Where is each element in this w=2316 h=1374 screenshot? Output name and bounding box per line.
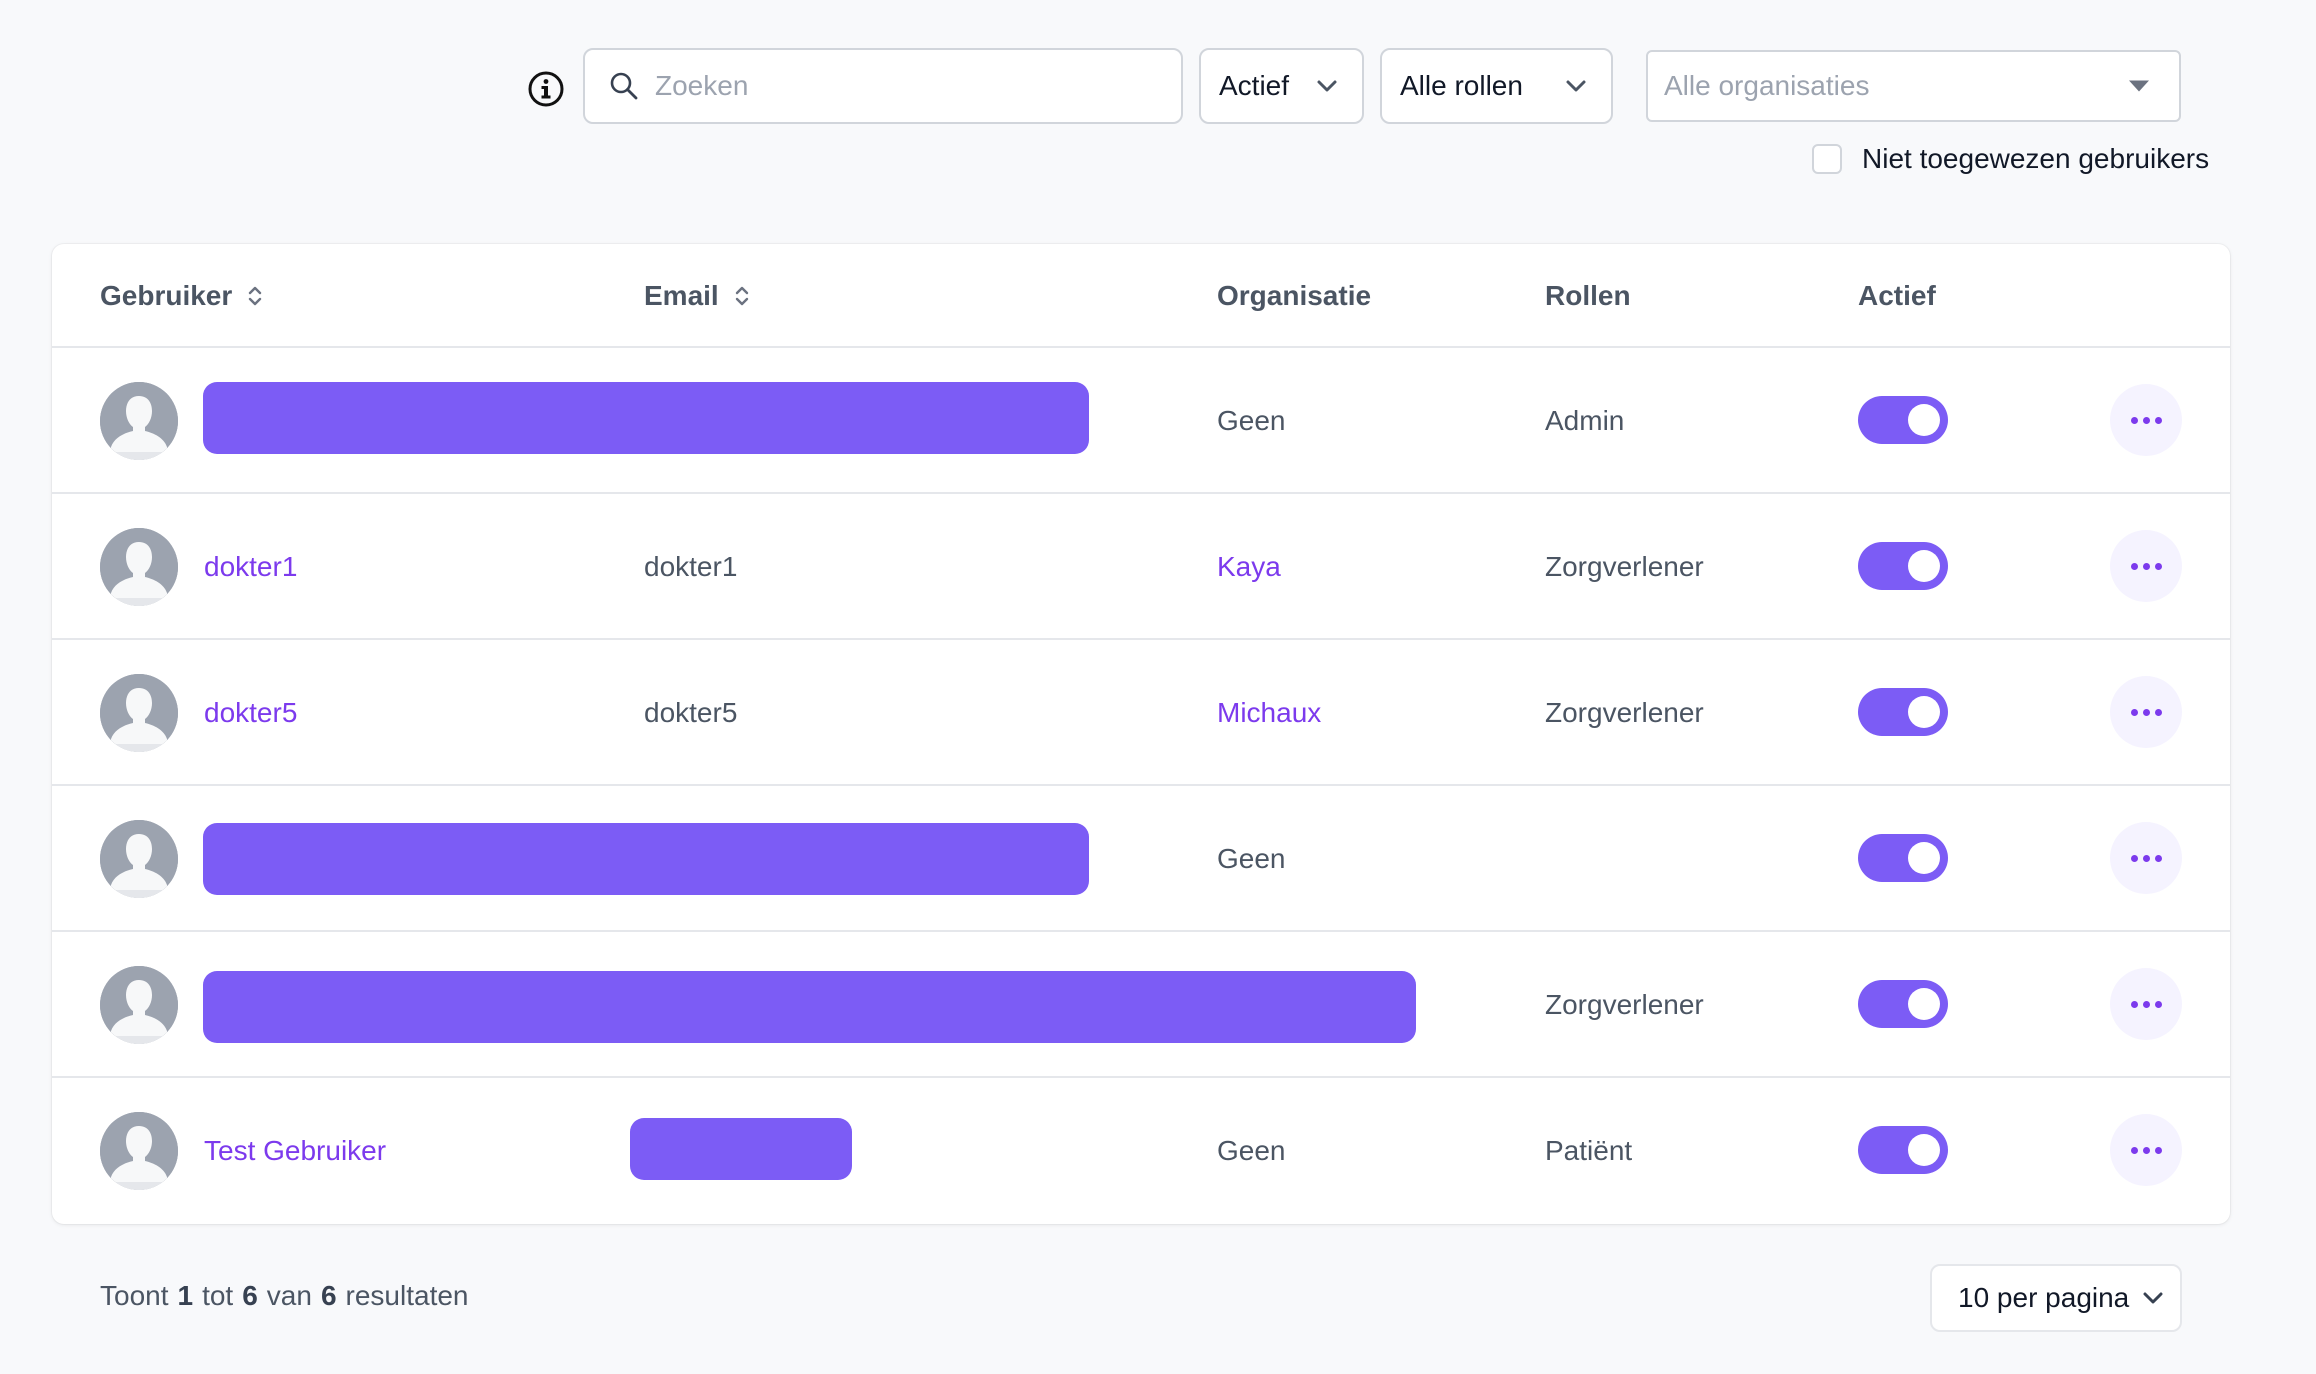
role-cell: Zorgverlener xyxy=(1545,697,1704,728)
column-header-email[interactable]: Email xyxy=(644,244,753,348)
summary-total: 6 xyxy=(320,1280,337,1311)
avatar xyxy=(100,1112,178,1190)
caret-down-icon xyxy=(2129,80,2149,92)
roles-select-value: Alle rollen xyxy=(1400,70,1523,101)
organisation-cell: Geen xyxy=(1217,843,1286,874)
table-header: Gebruiker Email Organisatie Rollen Actie… xyxy=(52,244,2230,348)
role-cell: Admin xyxy=(1545,405,1625,436)
more-icon xyxy=(2130,1146,2162,1154)
user-name-link[interactable]: dokter5 xyxy=(204,640,297,786)
email-cell: dokter1 xyxy=(644,551,738,582)
chevron-down-icon xyxy=(2143,1292,2163,1304)
active-toggle[interactable] xyxy=(1858,1126,1948,1174)
table-row: Geen xyxy=(52,786,2230,932)
search-input[interactable]: Zoeken xyxy=(583,48,1183,124)
summary-tot: tot xyxy=(202,1280,234,1311)
more-actions-button[interactable] xyxy=(2110,530,2182,602)
organisation-cell: Geen xyxy=(1217,1135,1286,1166)
more-actions-button[interactable] xyxy=(2110,822,2182,894)
per-page-select[interactable]: 10 per pagina xyxy=(1930,1264,2182,1332)
column-header-roles: Rollen xyxy=(1545,280,1631,311)
active-toggle[interactable] xyxy=(1858,834,1948,882)
organisation-select[interactable]: Alle organisaties xyxy=(1646,50,2181,122)
summary-prefix: Toont xyxy=(100,1280,169,1311)
users-page: Zoeken Actief Alle rollen Alle organisat… xyxy=(0,0,2316,1374)
toggle-knob xyxy=(1908,1134,1940,1166)
chevron-down-icon xyxy=(1317,80,1337,92)
role-cell: Zorgverlener xyxy=(1545,989,1704,1020)
organisation-link[interactable]: Michaux xyxy=(1217,640,1321,786)
table-row: dokter1 dokter1 Kaya Zorgverlener xyxy=(52,494,2230,640)
toggle-knob xyxy=(1908,404,1940,436)
active-toggle[interactable] xyxy=(1858,688,1948,736)
more-actions-button[interactable] xyxy=(2110,676,2182,748)
status-select[interactable]: Actief xyxy=(1199,48,1364,124)
active-toggle[interactable] xyxy=(1858,396,1948,444)
table-row: dokter5 dokter5 Michaux Zorgverlener xyxy=(52,640,2230,786)
toggle-knob xyxy=(1908,988,1940,1020)
toggle-knob xyxy=(1908,550,1940,582)
unassigned-users-label[interactable]: Niet toegewezen gebruikers xyxy=(1862,143,2209,175)
organisation-cell: Geen xyxy=(1217,405,1286,436)
column-header-user[interactable]: Gebruiker xyxy=(100,244,266,348)
search-placeholder: Zoeken xyxy=(655,70,749,101)
column-header-organisation: Organisatie xyxy=(1217,280,1372,311)
sort-icon xyxy=(249,286,262,306)
column-header-email-label: Email xyxy=(644,280,719,311)
more-icon xyxy=(2130,562,2162,570)
more-icon xyxy=(2130,708,2162,716)
role-cell: Patiënt xyxy=(1545,1135,1633,1166)
summary-from: 1 xyxy=(177,1280,194,1311)
organisation-select-placeholder: Alle organisaties xyxy=(1664,70,1870,101)
table-row: Zorgverlener xyxy=(52,932,2230,1078)
avatar xyxy=(100,966,178,1044)
unassigned-users-filter: Niet toegewezen gebruikers xyxy=(1812,143,2209,175)
sort-icon xyxy=(735,286,748,306)
organisation-link[interactable]: Kaya xyxy=(1217,494,1281,640)
table-row: Geen Admin xyxy=(52,348,2230,494)
more-actions-button[interactable] xyxy=(2110,1114,2182,1186)
more-icon xyxy=(2130,854,2162,862)
summary-to: 6 xyxy=(242,1280,258,1311)
status-select-value: Actief xyxy=(1219,70,1290,101)
more-icon xyxy=(2130,1000,2162,1008)
toggle-knob xyxy=(1908,842,1940,874)
redacted-name-email-organisation xyxy=(203,971,1416,1043)
more-actions-button[interactable] xyxy=(2110,384,2182,456)
unassigned-users-checkbox[interactable] xyxy=(1812,144,1842,174)
redacted-email xyxy=(630,1118,852,1180)
table-row: Test Gebruiker Geen Patiënt xyxy=(52,1078,2230,1224)
results-summary: Toont 1 tot 6 van 6 resultaten xyxy=(100,1280,469,1312)
avatar xyxy=(100,674,178,752)
user-name-link[interactable]: dokter1 xyxy=(204,494,297,640)
users-table: Gebruiker Email Organisatie Rollen Actie… xyxy=(52,244,2230,1224)
user-name-link[interactable]: Test Gebruiker xyxy=(204,1078,386,1224)
avatar xyxy=(100,382,178,460)
avatar xyxy=(100,820,178,898)
per-page-value: 10 per pagina xyxy=(1958,1282,2130,1313)
summary-suffix: resultaten xyxy=(345,1280,469,1311)
active-toggle[interactable] xyxy=(1858,980,1948,1028)
avatar xyxy=(100,528,178,606)
active-toggle[interactable] xyxy=(1858,542,1948,590)
search-icon xyxy=(610,72,638,100)
chevron-down-icon xyxy=(1566,80,1586,92)
role-cell: Zorgverlener xyxy=(1545,551,1704,582)
email-cell: dokter5 xyxy=(644,697,738,728)
redacted-name-email xyxy=(203,823,1089,895)
column-header-user-label: Gebruiker xyxy=(100,280,233,311)
summary-van: van xyxy=(266,1280,312,1311)
more-icon xyxy=(2130,416,2162,424)
column-header-active: Actief xyxy=(1858,280,1936,311)
info-icon[interactable] xyxy=(526,69,566,109)
roles-select[interactable]: Alle rollen xyxy=(1380,48,1613,124)
more-actions-button[interactable] xyxy=(2110,968,2182,1040)
toggle-knob xyxy=(1908,696,1940,728)
redacted-name-email xyxy=(203,382,1089,454)
